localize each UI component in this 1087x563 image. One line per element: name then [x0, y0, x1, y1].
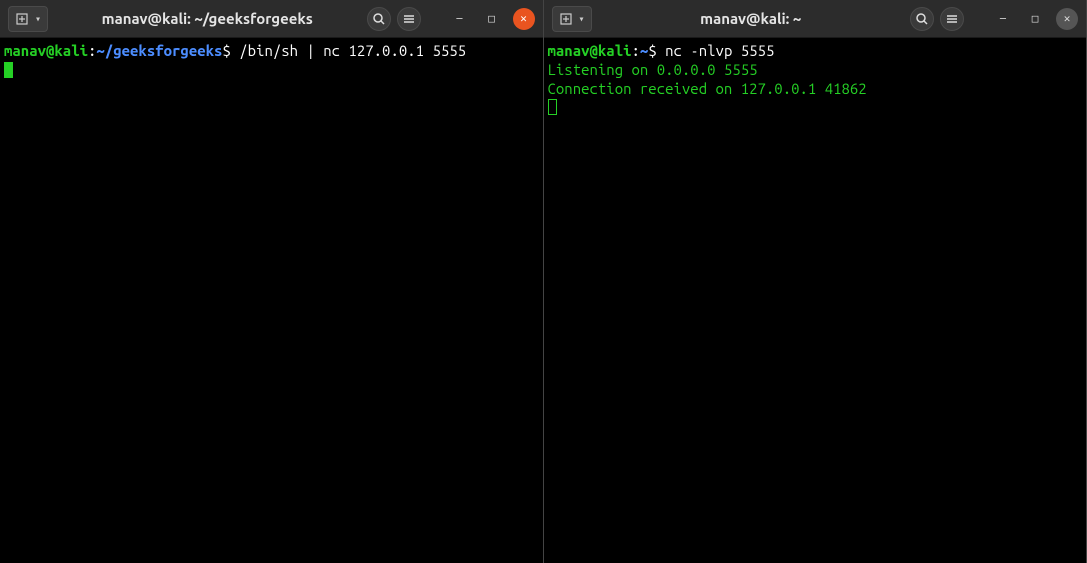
output-line-1: Listening on 0.0.0.0 5555: [548, 61, 758, 78]
menu-button-right[interactable]: [940, 7, 964, 31]
minimize-icon: —: [1000, 13, 1006, 25]
prompt-dollar: $: [222, 42, 239, 59]
maximize-button-left[interactable]: □: [481, 8, 503, 30]
prompt-sep: :: [632, 42, 640, 59]
command-left: /bin/sh | nc 127.0.0.1 5555: [239, 42, 466, 59]
prompt-path-left: ~/geeksforgeeks: [96, 42, 222, 59]
minimize-button-left[interactable]: —: [449, 8, 471, 30]
prompt-user-left: manav@kali: [4, 42, 88, 59]
close-button-right[interactable]: ✕: [1056, 8, 1078, 30]
command-right: nc -nlvp 5555: [665, 42, 774, 59]
titlebar-right: ▾ manav@kali: ~ — □ ✕: [544, 0, 1087, 38]
maximize-icon: □: [488, 12, 495, 25]
window-title-right: manav@kali: ~: [598, 10, 904, 27]
maximize-button-right[interactable]: □: [1024, 8, 1046, 30]
new-tab-icon: [559, 11, 575, 27]
prompt-user-right: manav@kali: [548, 42, 632, 59]
terminal-body-left[interactable]: manav@kali:~/geeksforgeeks$ /bin/sh | nc…: [0, 38, 543, 563]
window-title-left: manav@kali: ~/geeksforgeeks: [54, 10, 360, 27]
close-button-left[interactable]: ✕: [513, 8, 535, 30]
close-icon: ✕: [1064, 12, 1071, 25]
prompt-dollar: $: [648, 42, 665, 59]
search-button-right[interactable]: [910, 7, 934, 31]
terminal-window-left: ▾ manav@kali: ~/geeksforgeeks — □ ✕ mana…: [0, 0, 544, 563]
menu-button-left[interactable]: [397, 7, 421, 31]
hamburger-icon: [402, 12, 416, 26]
minimize-button-right[interactable]: —: [992, 8, 1014, 30]
new-tab-icon: [15, 11, 31, 27]
new-tab-button-right[interactable]: ▾: [552, 6, 592, 32]
minimize-icon: —: [456, 13, 462, 25]
search-icon: [915, 12, 929, 26]
chevron-down-icon: ▾: [579, 13, 585, 25]
search-icon: [372, 12, 386, 26]
cursor-icon: [548, 99, 557, 115]
new-tab-button-left[interactable]: ▾: [8, 6, 48, 32]
terminal-body-right[interactable]: manav@kali:~$ nc -nlvp 5555 Listening on…: [544, 38, 1087, 563]
chevron-down-icon: ▾: [35, 13, 41, 25]
output-line-2: Connection received on 127.0.0.1 41862: [548, 80, 867, 97]
titlebar-left: ▾ manav@kali: ~/geeksforgeeks — □ ✕: [0, 0, 543, 38]
terminal-window-right: ▾ manav@kali: ~ — □ ✕ manav@kali:~$ nc -…: [544, 0, 1087, 563]
close-icon: ✕: [520, 12, 527, 25]
search-button-left[interactable]: [367, 7, 391, 31]
cursor-icon: [4, 62, 13, 78]
maximize-icon: □: [1032, 12, 1039, 25]
hamburger-icon: [945, 12, 959, 26]
